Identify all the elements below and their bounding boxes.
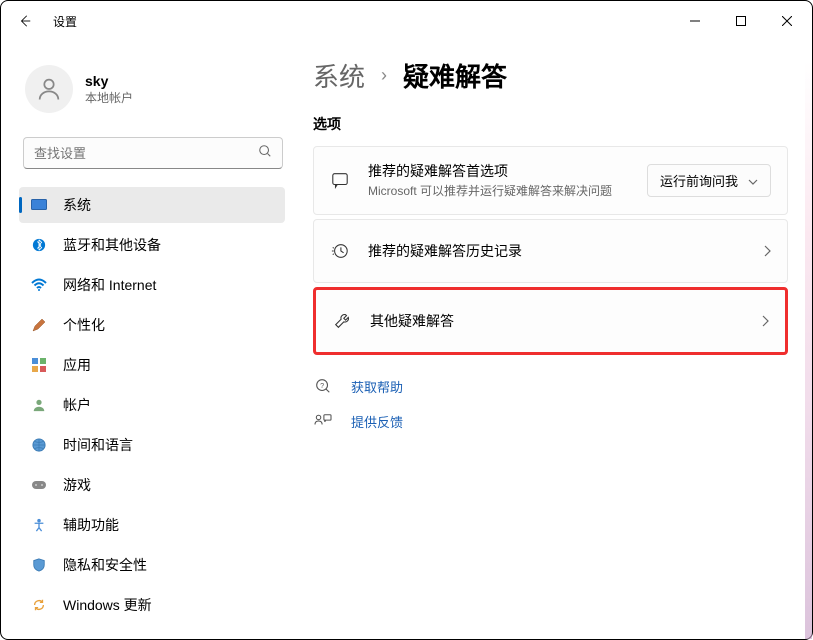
card-recommended-prefs: 推荐的疑难解答首选项 Microsoft 可以推荐并运行疑难解答来解决问题 运行… xyxy=(313,146,788,215)
nav-system[interactable]: 系统 xyxy=(19,187,285,223)
wifi-icon xyxy=(31,277,47,293)
history-icon xyxy=(330,242,350,260)
close-button[interactable] xyxy=(764,5,810,37)
shield-icon xyxy=(31,557,47,573)
window-edge-decoration xyxy=(805,61,812,639)
nav-label: 隐私和安全性 xyxy=(63,555,147,575)
search-icon xyxy=(258,144,272,163)
feedback-icon xyxy=(313,413,333,429)
nav-time-language[interactable]: 时间和语言 xyxy=(19,427,285,463)
back-button[interactable] xyxy=(13,9,37,33)
nav-label: 辅助功能 xyxy=(63,515,119,535)
chevron-right-icon xyxy=(761,315,769,327)
card-history: 推荐的疑难解答历史记录 xyxy=(313,219,788,283)
profile-section[interactable]: sky 本地帐户 xyxy=(17,49,301,129)
nav-network[interactable]: 网络和 Internet xyxy=(19,267,285,303)
card-other-troubleshooters: 其他疑难解答 xyxy=(313,287,788,355)
breadcrumb-current: 疑难解答 xyxy=(403,57,507,94)
nav-privacy[interactable]: 隐私和安全性 xyxy=(19,547,285,583)
card-title: 其他疑难解答 xyxy=(370,311,743,331)
nav-list: 系统 蓝牙和其他设备 网络和 Internet 个性化 应用 帐户 时间和语言 … xyxy=(17,185,301,625)
avatar xyxy=(25,65,73,113)
search-input[interactable] xyxy=(34,146,258,161)
nav-personalization[interactable]: 个性化 xyxy=(19,307,285,343)
breadcrumb-parent[interactable]: 系统 xyxy=(313,57,365,94)
card-title: 推荐的疑难解答历史记录 xyxy=(368,241,745,261)
bluetooth-icon xyxy=(31,237,47,253)
nav-label: 个性化 xyxy=(63,315,105,335)
update-icon xyxy=(31,597,47,613)
nav-windows-update[interactable]: Windows 更新 xyxy=(19,587,285,623)
app-title: 设置 xyxy=(53,13,77,30)
card-desc: Microsoft 可以推荐并运行疑难解答来解决问题 xyxy=(368,183,629,200)
nav-label: 应用 xyxy=(63,355,91,375)
nav-label: 系统 xyxy=(63,195,91,215)
apps-icon xyxy=(31,357,47,373)
help-icon: ? xyxy=(313,377,333,395)
nav-gaming[interactable]: 游戏 xyxy=(19,467,285,503)
main-content: 系统 › 疑难解答 选项 推荐的疑难解答首选项 Microsoft 可以推荐并运… xyxy=(301,41,812,639)
nav-label: 蓝牙和其他设备 xyxy=(63,235,161,255)
card-row[interactable]: 推荐的疑难解答历史记录 xyxy=(314,220,787,282)
link-label: 获取帮助 xyxy=(351,377,403,396)
nav-label: 帐户 xyxy=(63,395,91,415)
feedback-link[interactable]: 提供反馈 xyxy=(313,410,788,433)
chevron-right-icon xyxy=(763,245,771,257)
account-type: 本地帐户 xyxy=(85,89,133,106)
nav-bluetooth[interactable]: 蓝牙和其他设备 xyxy=(19,227,285,263)
brush-icon xyxy=(31,317,47,333)
get-help-link[interactable]: ? 获取帮助 xyxy=(313,375,788,398)
gamepad-icon xyxy=(31,477,47,493)
dropdown-value: 运行前询问我 xyxy=(660,171,738,190)
wrench-icon xyxy=(332,312,352,330)
nav-apps[interactable]: 应用 xyxy=(19,347,285,383)
section-label: 选项 xyxy=(313,114,788,134)
breadcrumb: 系统 › 疑难解答 xyxy=(313,57,788,94)
globe-icon xyxy=(31,437,47,453)
preference-dropdown[interactable]: 运行前询问我 xyxy=(647,164,771,197)
nav-label: Windows 更新 xyxy=(63,595,152,615)
chat-icon xyxy=(330,171,350,189)
minimize-button[interactable] xyxy=(672,5,718,37)
card-row[interactable]: 推荐的疑难解答首选项 Microsoft 可以推荐并运行疑难解答来解决问题 运行… xyxy=(314,147,787,214)
maximize-button[interactable] xyxy=(718,5,764,37)
titlebar: 设置 xyxy=(1,1,812,41)
card-row[interactable]: 其他疑难解答 xyxy=(316,290,785,352)
search-box[interactable] xyxy=(23,137,283,169)
username: sky xyxy=(85,73,133,89)
chevron-right-icon: › xyxy=(381,65,387,86)
person-icon xyxy=(31,397,47,413)
nav-accessibility[interactable]: 辅助功能 xyxy=(19,507,285,543)
chevron-down-icon xyxy=(748,173,758,188)
nav-accounts[interactable]: 帐户 xyxy=(19,387,285,423)
sidebar: sky 本地帐户 系统 蓝牙和其他设备 网络和 Internet 个性化 应用 … xyxy=(1,41,301,639)
svg-text:?: ? xyxy=(320,381,324,390)
system-icon xyxy=(31,197,47,213)
nav-label: 游戏 xyxy=(63,475,91,495)
card-title: 推荐的疑难解答首选项 xyxy=(368,161,629,181)
link-label: 提供反馈 xyxy=(351,412,403,431)
nav-label: 时间和语言 xyxy=(63,435,133,455)
nav-label: 网络和 Internet xyxy=(63,275,156,295)
accessibility-icon xyxy=(31,517,47,533)
